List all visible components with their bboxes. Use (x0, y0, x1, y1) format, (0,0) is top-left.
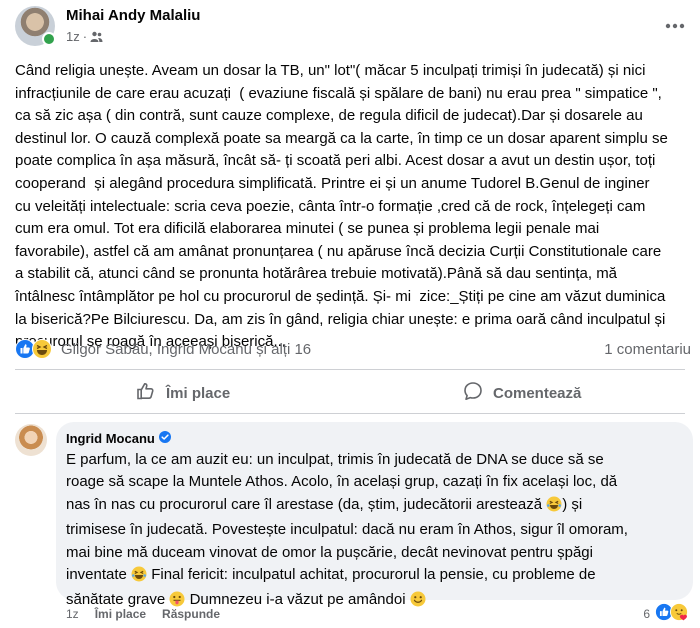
reaction-icons[interactable] (15, 339, 52, 364)
divider (15, 413, 685, 414)
comment-text-part: E parfum, la ce am auzit eu: un inculpat… (66, 451, 618, 513)
care-reaction-icon (670, 603, 688, 624)
divider (15, 369, 685, 370)
comment-body-text: E parfum, la ce am auzit eu: un inculpat… (66, 449, 688, 615)
comment-reaction-count: 6 (643, 606, 650, 621)
comment-reply-link[interactable]: Răspunde (162, 607, 220, 621)
reactions-summary: Gligor Sabău, Ingrid Mocanu și alți 16 1… (15, 339, 691, 361)
comment-bubble-icon (463, 381, 483, 405)
post-header: Mihai Andy Malaliu 1z · (0, 0, 700, 50)
comments-count[interactable]: 1 comentariu (604, 341, 691, 358)
comment-timestamp[interactable]: 1z (66, 607, 79, 621)
like-button[interactable]: Îmi place (136, 378, 230, 408)
reactors-names[interactable]: Gligor Sabău, Ingrid Mocanu și alți 16 (61, 341, 311, 358)
author-avatar[interactable] (15, 6, 56, 46)
haha-reaction-icon (32, 339, 52, 364)
post-author-name[interactable]: Mihai Andy Malaliu (66, 7, 200, 24)
comment-button-label: Comentează (493, 384, 582, 402)
comment-like-link[interactable]: Îmi place (95, 607, 146, 621)
verified-badge-icon (158, 431, 171, 446)
more-options-icon[interactable] (663, 14, 687, 38)
smile-emoji-icon (410, 591, 426, 614)
friends-icon (90, 31, 103, 43)
post-timestamp[interactable]: 1z (66, 29, 80, 44)
comment-reactions[interactable]: 6 (643, 603, 688, 624)
laughing-emoji-icon (546, 496, 562, 519)
commenter-avatar[interactable] (15, 424, 47, 456)
post-meta: 1z · (66, 29, 103, 44)
comment-meta: 1z Îmi place Răspunde (66, 607, 220, 621)
comment-button[interactable]: Comentează (463, 378, 581, 408)
thumbs-up-icon (136, 381, 156, 405)
commenter-name[interactable]: Ingrid Mocanu (66, 431, 171, 446)
online-status-dot (42, 32, 56, 46)
like-button-label: Îmi place (166, 384, 231, 402)
comment-text-part: Dumnezeu i-a văzut pe amândoi (185, 591, 410, 609)
laughing-emoji-icon (131, 566, 147, 589)
post-body-text: Când religia unește. Aveam un dosar la T… (15, 62, 668, 351)
commenter-name-label: Ingrid Mocanu (66, 431, 155, 446)
